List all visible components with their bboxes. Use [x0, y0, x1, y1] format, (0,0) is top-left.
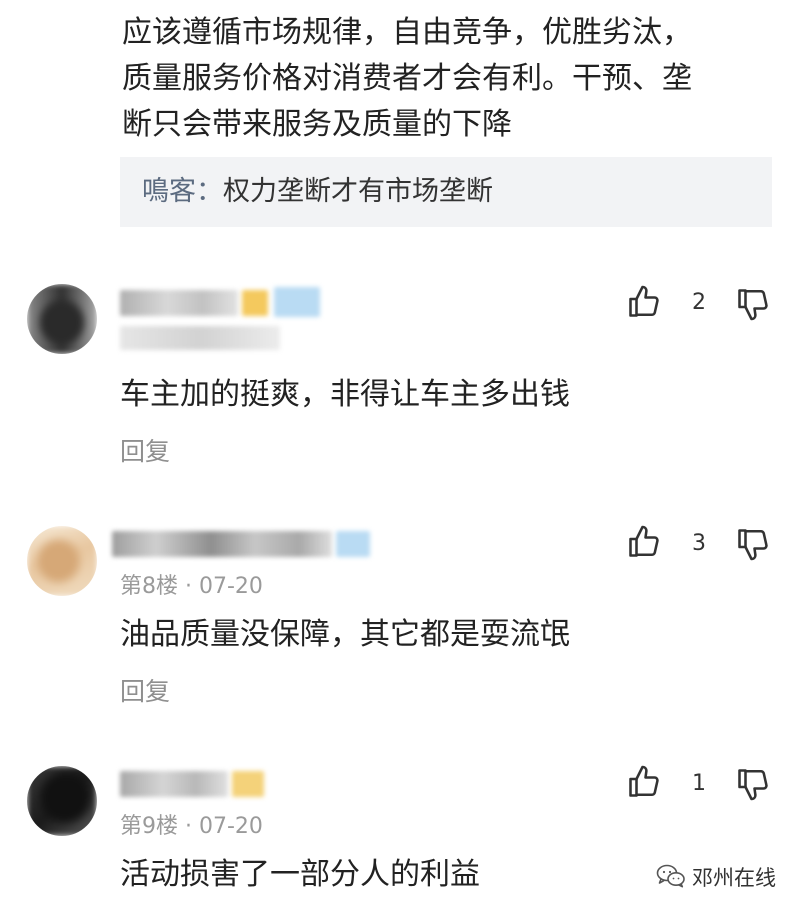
like-count: 2	[692, 290, 706, 315]
comment-text: 活动损害了一部分人的利益	[120, 857, 480, 892]
avatar-image	[27, 526, 97, 596]
comment-text-line: 质量服务价格对消费者才会有利。干预、垄	[122, 61, 692, 96]
meta-separator: ·	[185, 814, 192, 839]
comment-text: 车主加的挺爽，非得让车主多出钱	[120, 377, 570, 412]
username-blurred[interactable]	[112, 531, 332, 557]
like-count: 3	[692, 531, 706, 556]
user-badge	[232, 771, 264, 797]
quoted-reply[interactable]: 鳴客：权力垄断才有市场垄断	[120, 157, 772, 227]
username-blurred[interactable]	[120, 290, 238, 316]
thumbs-down-icon[interactable]	[735, 286, 771, 322]
username-blurred[interactable]	[120, 771, 228, 797]
avatar-image	[27, 766, 97, 836]
comment-text-line: 断只会带来服务及质量的下降	[122, 107, 512, 142]
comment-date: 07-20	[199, 814, 263, 839]
quote-text: 权力垄断才有市场垄断	[223, 176, 493, 207]
watermark-text: 邓州在线	[692, 866, 776, 890]
floor-number: 第8楼	[120, 574, 178, 599]
quoted-reply-content: 鳴客：权力垄断才有市场垄断	[142, 169, 493, 215]
user-badge	[336, 531, 370, 557]
avatar[interactable]	[27, 526, 97, 596]
comment-text-line: 应该遵循市场规律，自由竞争，优胜劣汰，	[122, 15, 692, 50]
thumbs-up-icon[interactable]	[626, 764, 662, 800]
reply-button[interactable]: 回复	[120, 672, 170, 708]
like-count: 1	[692, 771, 706, 796]
comment-meta: 第8楼 · 07-20	[120, 568, 263, 600]
comment-meta: 第9楼 · 07-20	[120, 808, 263, 840]
comment-text: 油品质量没保障，其它都是耍流氓	[120, 617, 570, 652]
floor-number: 第9楼	[120, 814, 178, 839]
thumbs-down-icon[interactable]	[735, 526, 771, 562]
avatar[interactable]	[27, 766, 97, 836]
reply-button[interactable]: 回复	[120, 432, 170, 468]
comment-meta-blurred	[120, 326, 280, 350]
user-badge	[242, 290, 268, 316]
meta-separator: ·	[185, 574, 192, 599]
thumbs-down-icon[interactable]	[735, 766, 771, 802]
thumbs-up-icon[interactable]	[626, 524, 662, 560]
comment-date: 07-20	[199, 574, 263, 599]
thumbs-up-icon[interactable]	[626, 284, 662, 320]
avatar-image	[27, 284, 97, 354]
wechat-icon	[656, 864, 686, 888]
user-badge	[274, 287, 320, 317]
quote-author[interactable]: 鳴客：	[142, 176, 223, 207]
avatar[interactable]	[27, 284, 97, 354]
